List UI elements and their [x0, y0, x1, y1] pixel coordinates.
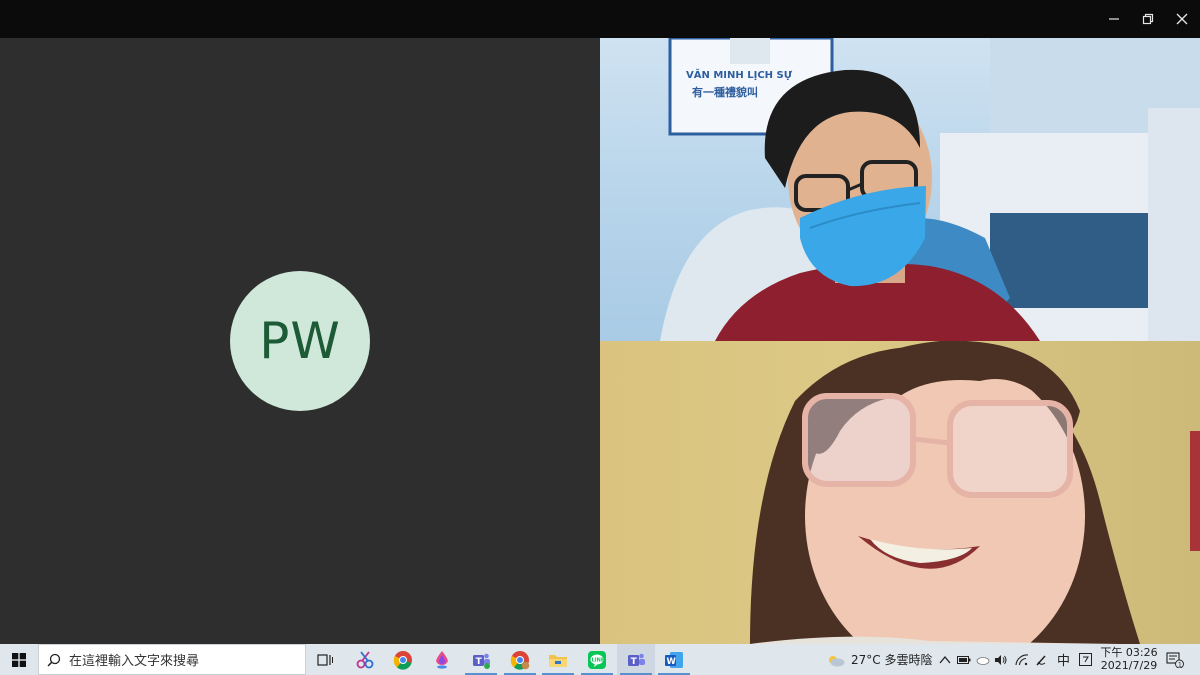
chrome-app-button[interactable]	[384, 644, 422, 675]
teams-app-button-2[interactable]: T	[617, 644, 655, 675]
ime-text: 中	[1057, 654, 1071, 669]
firefox-app-button[interactable]	[423, 644, 461, 675]
teams-icon: T	[473, 653, 490, 669]
chrome-profile-app-button[interactable]	[501, 644, 539, 675]
avatar: PW	[230, 271, 370, 411]
chrome-icon	[393, 650, 412, 670]
windows-icon	[12, 652, 26, 667]
teams-app-button[interactable]: T	[462, 644, 500, 675]
weather-text: 27°C 多雲時陰	[851, 653, 933, 667]
chrome-profile-icon	[510, 650, 530, 670]
file-explorer-app-button[interactable]	[539, 644, 577, 675]
wifi-icon	[1015, 653, 1029, 665]
svg-text:T: T	[631, 657, 638, 667]
start-button[interactable]	[0, 644, 38, 675]
ime-mode-icon	[1079, 653, 1092, 666]
svg-text:W: W	[667, 657, 677, 667]
wifi-button[interactable]	[1015, 644, 1029, 675]
participant-video-bottom[interactable]	[600, 341, 1200, 644]
chevron-up-icon	[939, 655, 951, 663]
ime-mode-button[interactable]	[1079, 644, 1092, 675]
line-app-button[interactable]: LINE	[578, 644, 616, 675]
clock-time: 下午 03:26	[1100, 646, 1158, 659]
poster-text-2: 有一種禮貌叫	[692, 85, 758, 99]
cloud-icon	[829, 655, 845, 666]
action-center-button[interactable]: 1	[1166, 644, 1184, 675]
participant-video-top[interactable]: VĂN MINH LỊCH SỰ 有一種禮貌叫	[600, 38, 1200, 341]
notification-count: 1	[1178, 661, 1182, 668]
pen-icon	[1036, 655, 1046, 665]
minimize-icon	[1109, 18, 1119, 20]
battery-icon	[957, 655, 971, 664]
poster-text-1: VĂN MINH LỊCH SỰ	[686, 68, 793, 81]
battery-button[interactable]	[957, 644, 971, 675]
word-app-button[interactable]: W	[655, 644, 693, 675]
svg-text:T: T	[476, 657, 483, 667]
task-view-icon	[317, 653, 333, 666]
weather-widget[interactable]: 27°C 多雲時陰	[826, 644, 932, 675]
taskbar: 在這裡輸入文字來搜尋 T LINE T W 27°C 多雲時陰 中 下午 03:…	[0, 644, 1200, 675]
svg-text:LINE: LINE	[592, 657, 605, 663]
snip-icon	[356, 650, 374, 668]
restore-icon	[1142, 13, 1154, 25]
title-bar	[0, 0, 1200, 38]
search-icon	[47, 653, 61, 667]
word-icon: W	[665, 651, 683, 668]
ime-indicator[interactable]: 中	[1057, 644, 1070, 675]
minimize-button[interactable]	[1097, 0, 1131, 38]
restore-button[interactable]	[1131, 0, 1165, 38]
firefox-icon	[436, 650, 448, 669]
onedrive-button[interactable]	[976, 644, 990, 675]
show-hidden-icons-button[interactable]	[939, 644, 951, 675]
clock[interactable]: 下午 03:26 2021/7/29	[1100, 646, 1158, 672]
snip-app-button[interactable]	[346, 644, 384, 675]
avatar-initials: PW	[259, 312, 341, 370]
close-icon	[1176, 13, 1188, 25]
notification-icon: 1	[1166, 651, 1184, 668]
clock-date: 2021/7/29	[1100, 659, 1158, 672]
video-frame-woman	[750, 341, 1200, 644]
speaker-icon	[995, 654, 1007, 665]
line-icon: LINE	[588, 650, 606, 669]
teams-icon-2: T	[628, 653, 645, 667]
search-box[interactable]: 在這裡輸入文字來搜尋	[38, 644, 306, 675]
onedrive-icon	[976, 656, 990, 665]
volume-button[interactable]	[994, 644, 1008, 675]
file-explorer-icon	[549, 654, 567, 667]
video-frame-man: VĂN MINH LỊCH SỰ 有一種禮貌叫	[660, 38, 1200, 341]
participant-tile-avatar[interactable]: PW	[0, 38, 600, 644]
close-button[interactable]	[1165, 0, 1199, 38]
task-view-button[interactable]	[306, 644, 344, 675]
search-placeholder: 在這裡輸入文字來搜尋	[69, 654, 200, 669]
pen-button[interactable]	[1035, 644, 1049, 675]
